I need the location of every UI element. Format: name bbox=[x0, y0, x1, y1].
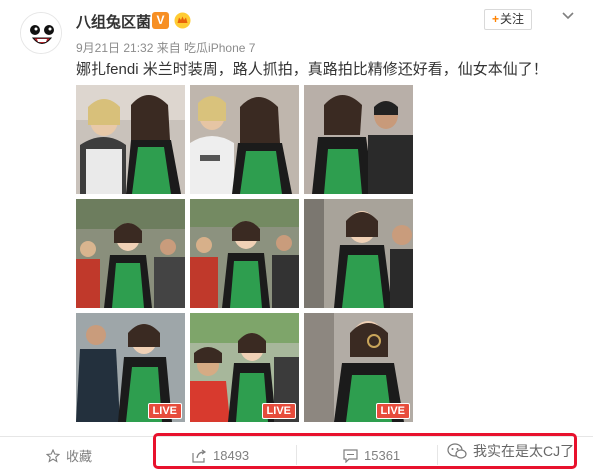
favorite-label: 收藏 bbox=[66, 449, 93, 464]
photo-thumbnail[interactable] bbox=[76, 85, 185, 194]
post-text: 娜扎fendi 米兰时装周，路人抓拍，真路拍比精修还好看，仙女本仙了！ bbox=[76, 61, 548, 78]
photo-thumbnail[interactable]: LIVE bbox=[190, 313, 299, 422]
photo-thumbnail[interactable] bbox=[190, 199, 299, 308]
live-badge: LIVE bbox=[375, 403, 410, 419]
highlight-box bbox=[153, 433, 577, 469]
follow-label: 关注 bbox=[500, 12, 525, 26]
username[interactable]: 八组兔区菌 bbox=[76, 11, 151, 32]
photo-thumbnail[interactable] bbox=[304, 85, 413, 194]
post-meta: 9月21日 21:32 来自 吃瓜iPhone 7 bbox=[76, 41, 256, 55]
photo-thumbnail[interactable] bbox=[76, 199, 185, 308]
vip-crown-icon bbox=[174, 12, 191, 29]
follow-button[interactable]: +关注 bbox=[484, 9, 532, 30]
star-icon bbox=[46, 448, 60, 463]
photo-thumbnail[interactable]: LIVE bbox=[304, 313, 413, 422]
live-badge: LIVE bbox=[147, 403, 182, 419]
avatar[interactable] bbox=[20, 12, 62, 54]
photo-thumbnail[interactable] bbox=[190, 85, 299, 194]
avatar-face-icon bbox=[21, 13, 61, 53]
chevron-down-icon[interactable] bbox=[560, 8, 576, 24]
favorite-button[interactable]: 收藏 bbox=[46, 438, 92, 473]
photo-grid: LIVE LIVE LIVE bbox=[76, 85, 413, 423]
photo-thumbnail[interactable]: LIVE bbox=[76, 313, 185, 422]
photo-thumbnail[interactable] bbox=[304, 199, 413, 308]
verified-icon: V bbox=[152, 12, 169, 29]
live-badge: LIVE bbox=[261, 403, 296, 419]
plus-icon: + bbox=[491, 12, 499, 26]
